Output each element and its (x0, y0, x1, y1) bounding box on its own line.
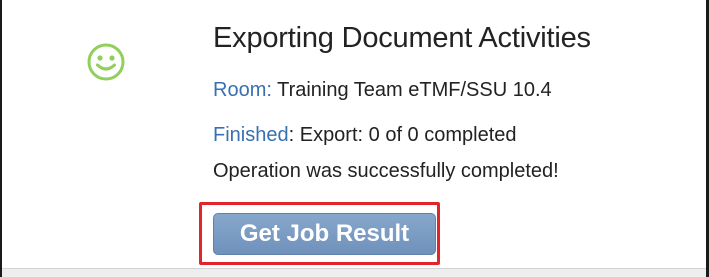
room-line: Room: Training Team eTMF/SSU 10.4 (213, 79, 552, 102)
room-value: Training Team eTMF/SSU 10.4 (271, 79, 552, 101)
finished-value: : Export: 0 of 0 completed (288, 124, 517, 146)
success-message: Operation was successfully completed! (213, 160, 559, 182)
status-title: Exporting Document Activities (213, 22, 591, 54)
finished-line: Finished: Export: 0 of 0 completed (213, 124, 517, 147)
room-label: Room: (213, 79, 272, 101)
smiley-face-icon (84, 40, 128, 84)
get-job-result-button[interactable]: Get Job Result (213, 213, 436, 255)
panel-bottom-edge (2, 268, 706, 277)
panel-left-border (0, 0, 2, 277)
notification-panel: Exporting Document Activities Room: Trai… (0, 0, 709, 277)
finished-label: Finished (213, 124, 289, 146)
